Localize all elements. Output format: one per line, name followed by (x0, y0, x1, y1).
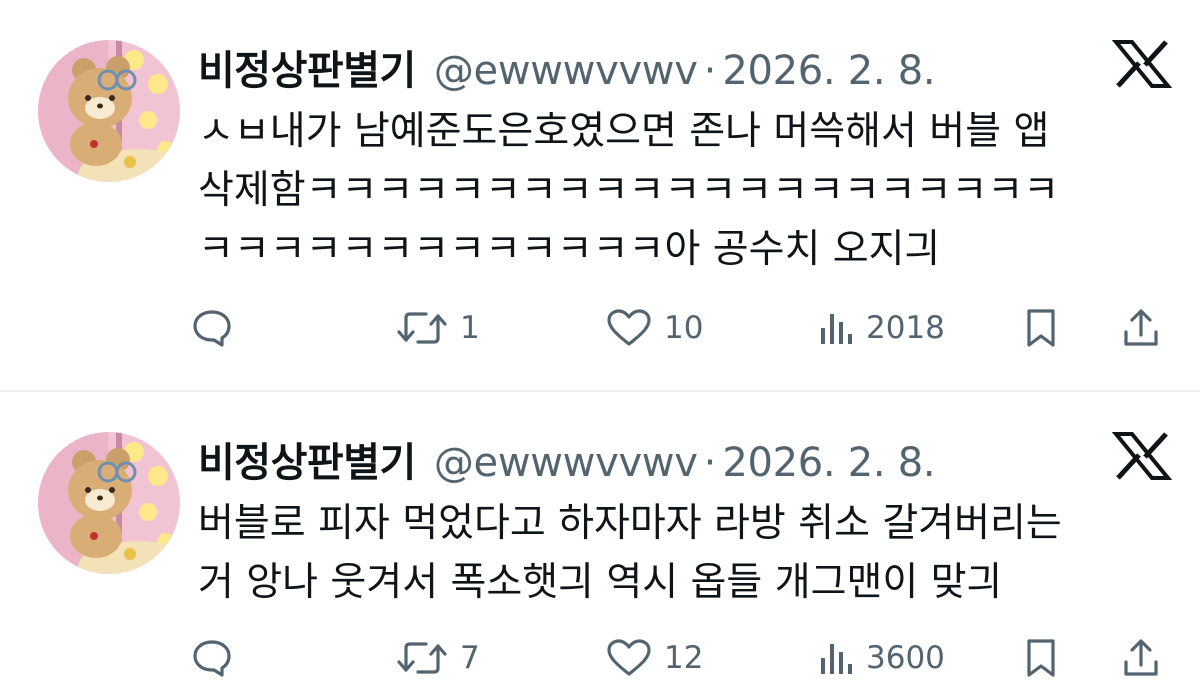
user-handle[interactable]: @ewwwvvwv (434, 440, 698, 486)
x-logo-icon[interactable] (1112, 432, 1172, 480)
share-upload-icon (1124, 309, 1158, 346)
views-button[interactable]: 2018 (818, 298, 945, 358)
like-count: 10 (664, 310, 704, 346)
tweet-text: 버블로 피자 먹었다고 하자마자 라방 취소 갈겨버리는 거 앙나 웃겨서 폭소… (198, 494, 1178, 612)
tweet-text: ㅅㅂ내가 남예준도은호였으면 존나 머쓱해서 버블 앱 삭제함ㅋㅋㅋㅋㅋㅋㅋㅋㅋ… (198, 102, 1178, 279)
speech-bubble-icon (193, 310, 231, 347)
reply-button[interactable] (192, 628, 244, 688)
tweet-actions: 1 10 2018 (192, 298, 1182, 358)
tweet[interactable]: 비정상판별기 @ewwwvvwv · 2026. 2. 8. 버블로 피자 먹었… (0, 392, 1200, 687)
bookmark-button[interactable] (1024, 298, 1058, 358)
x-logo-icon[interactable] (1112, 40, 1172, 88)
tweet[interactable]: 비정상판별기 @ewwwvvwv · 2026. 2. 8. ㅅㅂ내가 남예준도… (0, 0, 1200, 390)
display-name[interactable]: 비정상판별기 (198, 38, 416, 96)
tweet-header: 비정상판별기 @ewwwvvwv · 2026. 2. 8. (198, 38, 936, 96)
avatar-bear-image (38, 432, 180, 574)
bookmark-button[interactable] (1024, 628, 1058, 688)
avatar[interactable] (38, 40, 180, 182)
separator-dot: · (703, 48, 717, 94)
bookmark-icon (1027, 309, 1055, 347)
tweet-text-line: 삭제함ㅋㅋㅋㅋㅋㅋㅋㅋㅋㅋㅋㅋㅋㅋㅋㅋㅋㅋㅋㅋㅋ (198, 168, 1060, 213)
repost-count: 7 (460, 640, 480, 676)
share-button[interactable] (1122, 628, 1160, 688)
heart-icon (607, 639, 651, 676)
tweet-text-line: 버블로 피자 먹었다고 하자마자 라방 취소 갈겨버리는 (198, 501, 1062, 546)
speech-bubble-icon (193, 640, 231, 677)
views-count: 2018 (866, 310, 945, 346)
display-name[interactable]: 비정상판별기 (198, 430, 416, 488)
user-handle[interactable]: @ewwwvvwv (434, 48, 698, 94)
share-upload-icon (1124, 639, 1158, 676)
repost-count: 1 (460, 310, 480, 346)
tweet-header: 비정상판별기 @ewwwvvwv · 2026. 2. 8. (198, 430, 936, 488)
tweet-text-line: ㅋㅋㅋㅋㅋㅋㅋㅋㅋㅋㅋㅋㅋ아 공수치 오지긔 (198, 227, 941, 272)
tweet-date[interactable]: 2026. 2. 8. (722, 440, 935, 486)
separator-dot: · (703, 440, 717, 486)
tweet-actions: 7 12 3600 (192, 628, 1182, 688)
like-button[interactable]: 10 (606, 298, 703, 358)
views-button[interactable]: 3600 (818, 628, 945, 688)
tweet-text-line: ㅅㅂ내가 남예준도은호였으면 존나 머쓱해서 버블 앱 (198, 109, 1050, 154)
repost-button[interactable]: 1 (396, 298, 480, 358)
bar-chart-icon (821, 314, 852, 344)
like-button[interactable]: 12 (606, 628, 703, 688)
repost-arrows-icon (397, 312, 447, 344)
repost-button[interactable]: 7 (396, 628, 480, 688)
avatar[interactable] (38, 432, 180, 574)
views-count: 3600 (866, 640, 945, 676)
share-button[interactable] (1122, 298, 1160, 358)
reply-button[interactable] (192, 298, 244, 358)
bar-chart-icon (821, 644, 852, 674)
heart-icon (607, 309, 651, 346)
tweet-text-line: 거 앙나 웃겨서 폭소햇긔 역시 옵들 개그맨이 맞긔 (198, 560, 1003, 605)
tweet-date[interactable]: 2026. 2. 8. (722, 48, 935, 94)
bookmark-icon (1027, 639, 1055, 677)
like-count: 12 (664, 640, 704, 676)
avatar-bear-image (38, 40, 180, 182)
repost-arrows-icon (397, 642, 447, 674)
